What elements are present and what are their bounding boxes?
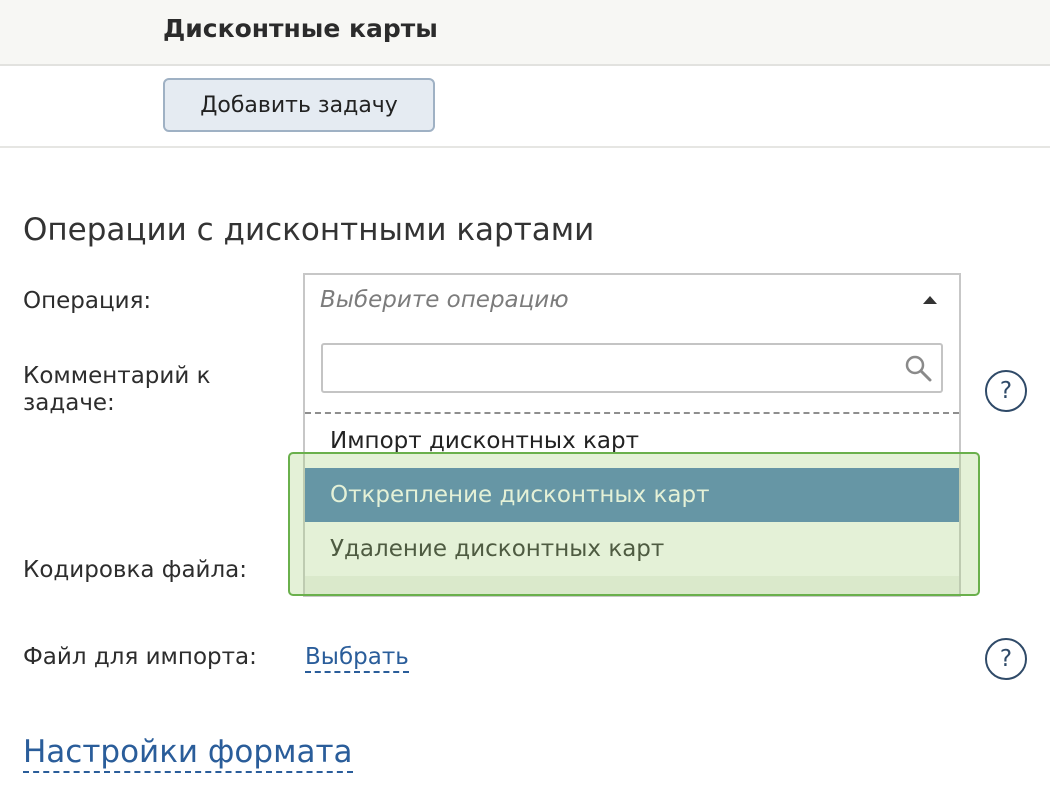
operation-placeholder: Выберите операцию (320, 287, 569, 313)
format-settings-link[interactable]: Настройки формата (23, 733, 353, 773)
operation-dropdown: Импорт дисконтных карт Открепление диско… (303, 328, 961, 597)
toolbar: Добавить задачу (0, 66, 1050, 148)
search-icon (905, 355, 932, 382)
add-task-button[interactable]: Добавить задачу (163, 78, 435, 132)
dropdown-search-input[interactable] (323, 345, 895, 393)
option-detach[interactable]: Открепление дисконтных карт (305, 468, 959, 522)
option-delete[interactable]: Удаление дисконтных карт (305, 522, 959, 576)
option-import[interactable]: Импорт дисконтных карт (305, 414, 959, 468)
comment-help-icon[interactable]: ? (985, 370, 1027, 412)
file-label: Файл для импорта: (23, 644, 257, 670)
file-help-icon[interactable]: ? (985, 638, 1027, 680)
choose-file-link[interactable]: Выбрать (305, 644, 409, 673)
dropdown-search[interactable] (321, 343, 943, 393)
page-header: Дисконтные карты (0, 0, 1050, 66)
caret-up-icon[interactable] (923, 296, 937, 304)
page-title: Дисконтные карты (163, 14, 438, 43)
encoding-select-hidden (305, 576, 959, 595)
encoding-label: Кодировка файла: (23, 557, 248, 583)
operation-select[interactable]: Выберите операцию (303, 273, 961, 328)
comment-label: Комментарий к задаче: (23, 363, 211, 416)
section-title: Операции с дисконтными картами (23, 212, 595, 248)
operation-label: Операция: (23, 288, 152, 314)
